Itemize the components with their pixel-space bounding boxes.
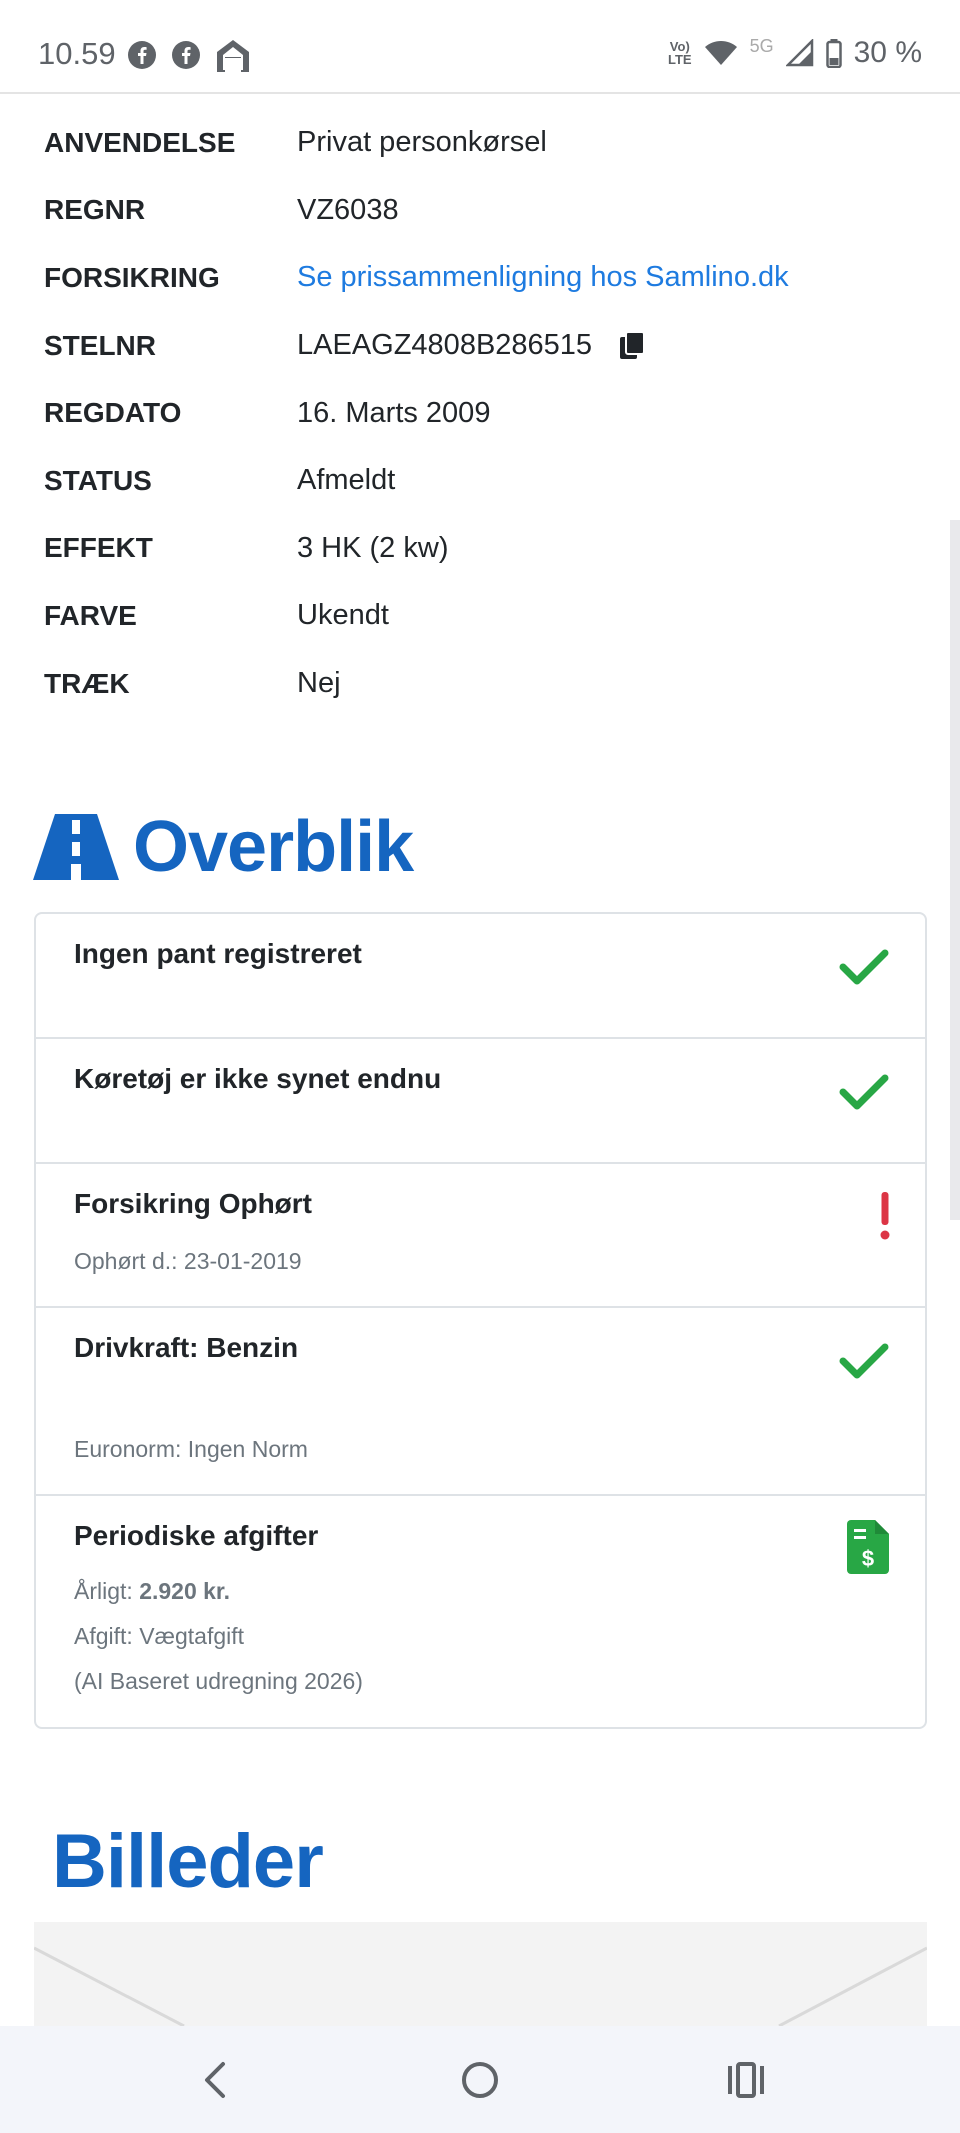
spec-label: EFFEKT xyxy=(44,532,153,564)
spec-row-regdato: REGDATO 16. Marts 2009 xyxy=(44,379,904,447)
overview-item-title: Drivkraft: Benzin xyxy=(74,1332,299,1363)
spec-value: Nej xyxy=(297,667,341,700)
overview-item-title: Forsikring Ophørt xyxy=(74,1188,312,1219)
spec-label: STELNR xyxy=(44,329,156,361)
overview-heading: Overblik xyxy=(33,806,414,888)
spec-label: REGNR xyxy=(44,194,146,226)
spec-row-forsikring: FORSIKRING Se prissammenligning hos Saml… xyxy=(44,244,904,312)
clock: 10.59 xyxy=(38,36,116,71)
spec-label: STATUS xyxy=(44,464,152,496)
recents-button[interactable] xyxy=(716,2052,776,2108)
spec-value: Afmeldt xyxy=(297,464,396,497)
spec-row-traek: TRÆK Nej xyxy=(44,650,904,718)
spec-label: FORSIKRING xyxy=(44,261,220,293)
facebook-icon xyxy=(172,41,200,69)
check-icon xyxy=(839,1343,889,1379)
road-icon xyxy=(33,814,119,880)
signal-icon xyxy=(785,39,813,67)
spec-label: FARVE xyxy=(44,599,137,631)
recents-icon xyxy=(728,2062,764,2098)
spec-value: LAEAGZ4808B286515 xyxy=(297,329,593,362)
overview-item-pant: Ingen pant registreret xyxy=(36,914,925,1039)
home-circle-icon xyxy=(462,2062,498,2098)
spec-value: Ukendt xyxy=(297,599,389,632)
invoice-dollar-icon: $ xyxy=(847,1520,889,1574)
home-icon xyxy=(217,40,249,72)
yearly-fee: Årligt: 2.920 kr. xyxy=(74,1578,230,1605)
fee-type: Afgift: Vægtafgift xyxy=(74,1623,245,1649)
system-icons: Vo) LTE 5G 30 % xyxy=(668,36,922,70)
status-bar: 10.59 Vo) LTE 5G 30 % xyxy=(0,0,960,94)
wifi-icon xyxy=(704,41,737,65)
yearly-fee-value: 2.920 kr. xyxy=(139,1578,230,1604)
battery-percent: 30 % xyxy=(853,36,922,69)
spec-value: 3 HK (2 kw) xyxy=(297,531,449,564)
vehicle-spec-table: ANVENDELSE Privat personkørsel REGNR VZ6… xyxy=(44,109,904,717)
images-heading: Billeder xyxy=(52,1819,324,1904)
battery-icon xyxy=(825,39,842,68)
spec-label: TRÆK xyxy=(44,667,130,699)
spec-value: VZ6038 xyxy=(297,193,399,226)
spec-row-stelnr: STELNR LAEAGZ4808B286515 xyxy=(44,312,904,380)
fee-note: (AI Baseret udregning 2026) xyxy=(74,1668,363,1694)
spec-row-farve: FARVE Ukendt xyxy=(44,582,904,650)
spec-label: REGDATO xyxy=(44,397,182,429)
spec-label: ANVENDELSE xyxy=(44,126,236,158)
overview-title: Overblik xyxy=(133,807,414,887)
yearly-fee-label: Årligt: xyxy=(74,1578,133,1604)
svg-text:$: $ xyxy=(862,1546,874,1571)
overview-item-title: Ingen pant registreret xyxy=(74,938,362,969)
spec-row-effekt: EFFEKT 3 HK (2 kw) xyxy=(44,515,904,583)
overview-item-title: Køretøj er ikke synet endnu xyxy=(74,1063,442,1094)
volte-icon: Vo) LTE xyxy=(668,39,692,67)
check-icon xyxy=(839,949,889,985)
system-nav-bar xyxy=(0,2026,960,2133)
spec-value: 16. Marts 2009 xyxy=(297,396,491,429)
insurance-comparison-link[interactable]: Se prissammenligning hos Samlino.dk xyxy=(297,261,789,294)
network-5g-label: 5G xyxy=(749,35,774,56)
exclamation-icon xyxy=(880,1192,890,1240)
copy-icon[interactable] xyxy=(618,330,646,361)
spec-row-anvendelse: ANVENDELSE Privat personkørsel xyxy=(44,109,904,177)
back-icon xyxy=(205,2062,225,2098)
overview-item-subtitle: Euronorm: Ingen Norm xyxy=(74,1436,308,1462)
home-button[interactable] xyxy=(450,2052,510,2108)
check-icon xyxy=(839,1074,889,1110)
spec-row-regnr: REGNR VZ6038 xyxy=(44,177,904,245)
overview-item-subtitle: Ophørt d.: 23-01-2019 xyxy=(74,1248,302,1274)
back-button[interactable] xyxy=(184,2052,244,2108)
facebook-icon xyxy=(128,41,156,69)
spec-value: Privat personkørsel xyxy=(297,126,547,159)
overview-card: Ingen pant registreret Køretøj er ikke s… xyxy=(34,912,927,1729)
spec-row-status: STATUS Afmeldt xyxy=(44,447,904,515)
overview-item-syn: Køretøj er ikke synet endnu xyxy=(36,1039,925,1164)
overview-item-drivkraft: Drivkraft: Benzin Euronorm: Ingen Norm xyxy=(36,1308,925,1496)
overview-item-afgifter: Periodiske afgifter Årligt: 2.920 kr. Af… xyxy=(36,1496,925,1727)
scrollbar[interactable] xyxy=(950,520,960,1220)
notification-icons xyxy=(127,38,251,72)
overview-item-title: Periodiske afgifter xyxy=(74,1520,319,1551)
overview-item-forsikring: Forsikring Ophørt Ophørt d.: 23-01-2019 xyxy=(36,1164,925,1308)
